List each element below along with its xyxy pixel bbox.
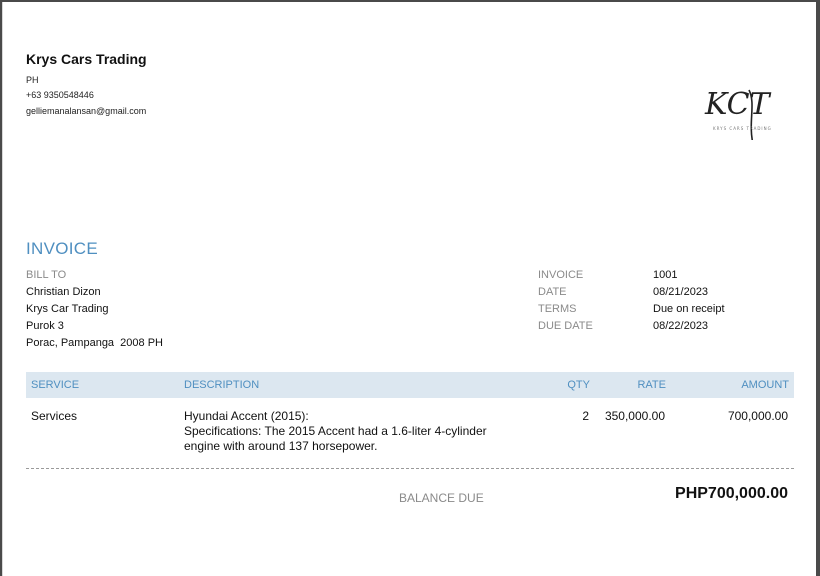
table-header: SERVICE DESCRIPTION QTY RATE AMOUNT [26, 372, 794, 398]
header-qty: QTY [567, 379, 590, 391]
company-name: Krys Cars Trading [26, 51, 147, 67]
terms-value: Due on receipt [653, 303, 725, 315]
header-service: SERVICE [31, 379, 80, 391]
balance-due-value: PHP700,000.00 [675, 485, 788, 502]
company-logo: KCT KRYS CARS TRADING [704, 87, 772, 140]
header-rate: RATE [637, 379, 666, 391]
invoice-number-value: 1001 [653, 269, 678, 281]
logo-monogram: KCT [704, 87, 772, 122]
row-description-line: Hyundai Accent (2015): [184, 409, 309, 423]
company-phone: +63 9350548446 [26, 90, 94, 100]
header-amount: AMOUNT [741, 379, 789, 391]
company-country: PH [26, 75, 39, 85]
bill-to-address-line1: Purok 3 [26, 320, 64, 332]
due-date-label: DUE DATE [538, 320, 593, 332]
company-email: gelliemanalansan@gmail.com [26, 106, 147, 116]
row-description-line: Specifications: The 2015 Accent had a 1.… [184, 424, 487, 438]
row-description-line: engine with around 137 horsepower. [184, 439, 378, 453]
row-amount: 700,000.00 [727, 409, 788, 423]
balance-due-label: BALANCE DUE [399, 491, 484, 505]
invoice-number-label: INVOICE [538, 269, 584, 281]
row-rate: 350,000.00 [604, 409, 665, 423]
header-description: DESCRIPTION [184, 379, 260, 391]
date-value: 08/21/2023 [653, 286, 709, 298]
divider [26, 468, 794, 469]
date-label: DATE [538, 286, 567, 298]
invoice-title: INVOICE [26, 239, 99, 258]
bill-to-name: Christian Dizon [26, 286, 101, 298]
invoice-page: Krys Cars Trading PH +63 9350548446 gell… [2, 2, 816, 576]
row-description: Hyundai Accent (2015): Specifications: T… [184, 409, 514, 454]
row-qty: 2 [582, 409, 589, 423]
logo-subtext: KRYS CARS TRADING [713, 126, 772, 131]
due-date-value: 08/22/2023 [653, 320, 709, 332]
terms-label: TERMS [538, 303, 577, 315]
bill-to-company: Krys Car Trading [26, 303, 109, 315]
row-service: Services [31, 409, 78, 423]
bill-to-address-line2: Porac, Pampanga 2008 PH [26, 337, 163, 349]
bill-to-label: BILL TO [26, 269, 67, 281]
